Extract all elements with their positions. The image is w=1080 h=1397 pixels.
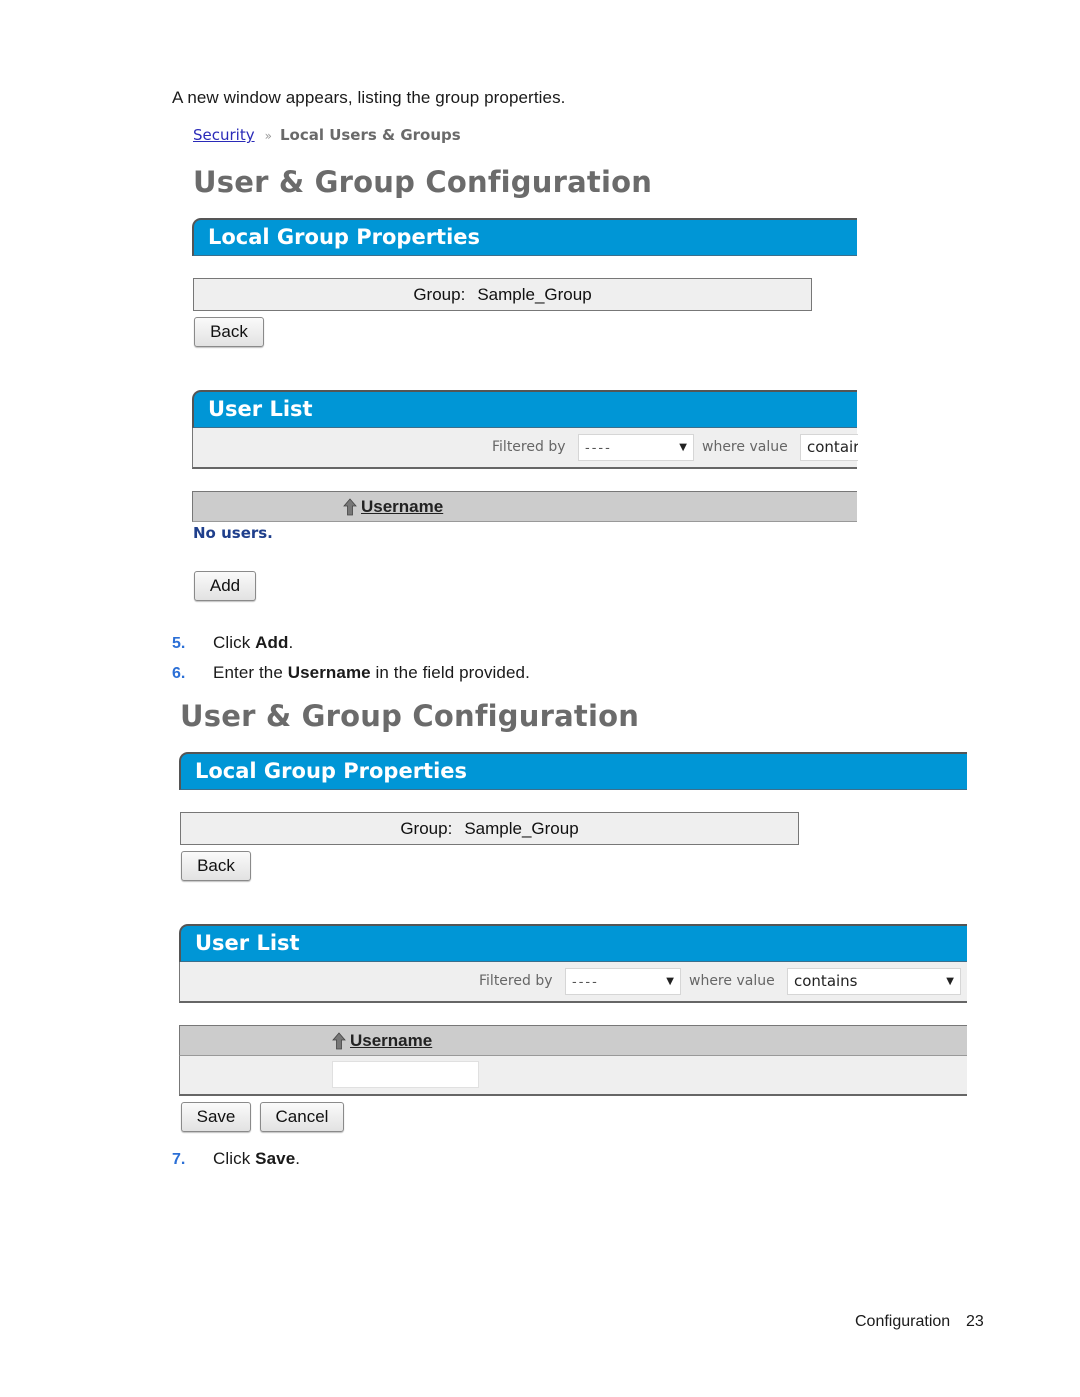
page-title: User & Group Configuration [180,699,640,733]
back-button[interactable]: Back [181,851,251,881]
step-number: 6. [172,665,186,682]
where-value-label: where value [702,439,788,455]
filter-field-value: ---- [572,975,599,990]
breadcrumb: Security » Local Users & Groups [193,126,461,144]
save-button[interactable]: Save [181,1102,251,1132]
cancel-button[interactable]: Cancel [260,1102,344,1132]
username-column-label: Username [361,497,444,516]
sort-up-arrow-icon [343,498,357,516]
breadcrumb-current: Local Users & Groups [279,126,461,144]
add-button[interactable]: Add [194,571,256,601]
username-column-header: Username [179,1025,967,1056]
group-label: Group: [400,819,453,838]
step-text-suffix: . [288,633,294,652]
username-input[interactable] [332,1061,479,1088]
filter-bar: Filtered by ---- ▼ where value contains … [179,962,967,1003]
step-text-prefix: Click [213,633,256,652]
filtered-by-label: Filtered by [492,439,566,455]
group-value: Sample_Group [477,285,592,304]
group-info-box: Group: Sample_Group [193,278,812,311]
condition-value: contains [794,972,858,990]
condition-select[interactable]: contair [800,434,858,461]
chevron-down-icon: ▼ [946,976,954,987]
user-list-header: User List [192,390,857,428]
group-info-box: Group: Sample_Group [180,812,799,845]
step-number: 5. [172,635,186,652]
group-label: Group: [413,285,466,304]
intro-text: A new window appears, listing the group … [172,88,566,107]
step-text-suffix: in the field provided. [370,663,530,682]
username-column-header: Username [192,491,857,522]
page-number: 23 [966,1313,984,1330]
empty-list-message: No users. [193,524,273,542]
breadcrumb-security-link[interactable]: Security [193,126,255,144]
username-column-label: Username [350,1031,433,1050]
page-title: User & Group Configuration [193,165,653,199]
condition-value: contair [807,438,858,456]
step-text: Click Save. [213,1149,300,1169]
step-text-suffix: . [295,1149,301,1168]
username-sort-link[interactable]: Username [332,1031,432,1051]
group-value: Sample_Group [464,819,579,838]
filter-bar: Filtered by ---- ▼ where value contair [192,428,858,469]
breadcrumb-separator: » [264,129,272,143]
step-text: Click Add. [213,633,293,653]
filter-field-select[interactable]: ---- ▼ [578,434,694,461]
step-text-bold: Add [255,633,289,652]
new-user-row [179,1056,967,1096]
condition-select[interactable]: contains ▼ [787,968,961,995]
chevron-down-icon: ▼ [679,442,687,453]
step-text: Enter the Username in the field provided… [213,663,530,683]
where-value-label: where value [689,973,775,989]
sort-up-arrow-icon [332,1032,346,1050]
username-sort-link[interactable]: Username [343,497,443,517]
step-text-prefix: Click [213,1149,256,1168]
filter-field-value: ---- [585,441,612,456]
step-text-bold: Save [255,1149,296,1168]
chevron-down-icon: ▼ [666,976,674,987]
local-group-properties-header: Local Group Properties [179,752,967,790]
step-text-prefix: Enter the [213,663,288,682]
step-number: 7. [172,1151,186,1168]
user-list-header: User List [179,924,967,962]
footer-section: Configuration [855,1313,951,1330]
back-button[interactable]: Back [194,317,264,347]
filtered-by-label: Filtered by [479,973,553,989]
filter-field-select[interactable]: ---- ▼ [565,968,681,995]
local-group-properties-header: Local Group Properties [192,218,857,256]
step-text-bold: Username [287,663,371,682]
